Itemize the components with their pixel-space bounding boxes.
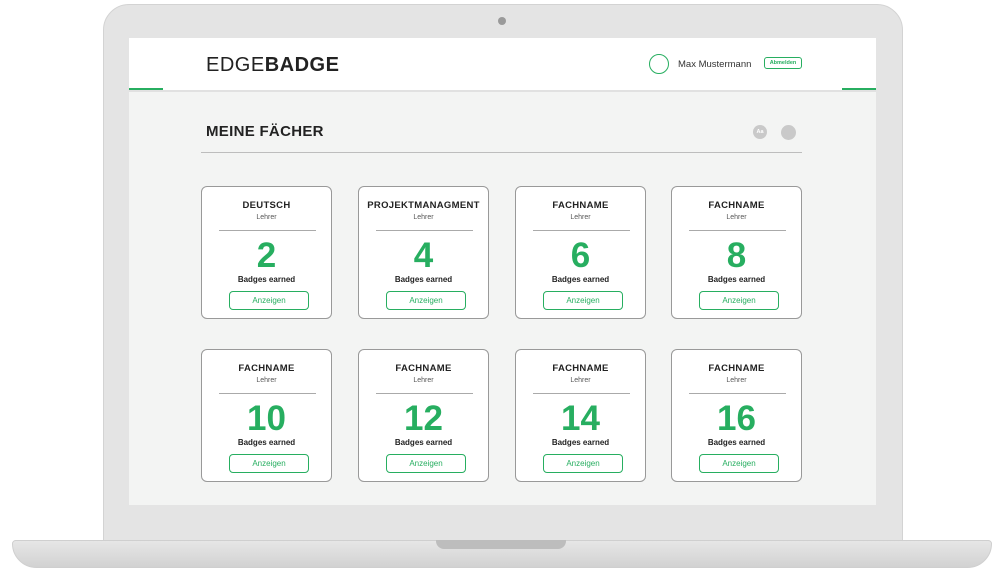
card-subject: FACHNAME bbox=[395, 363, 452, 374]
subject-card: PROJEKTMANAGMENT Lehrer 4 Badges earned … bbox=[358, 186, 489, 319]
card-role: Lehrer bbox=[413, 214, 434, 221]
accent-line-left bbox=[129, 88, 163, 90]
show-button[interactable]: Anzeigen bbox=[386, 454, 466, 473]
laptop-notch bbox=[436, 540, 566, 549]
title-divider bbox=[201, 152, 802, 153]
badge-count: 8 bbox=[726, 236, 747, 275]
card-subject: DEUTSCH bbox=[242, 200, 291, 211]
card-divider bbox=[219, 393, 316, 394]
badge-caption: Badges earned bbox=[707, 438, 766, 447]
subject-card: DEUTSCH Lehrer 2 Badges earned Anzeigen bbox=[201, 186, 332, 319]
user-name: Max Mustermann bbox=[678, 59, 752, 70]
camera-dot bbox=[498, 17, 506, 25]
card-subject: PROJEKTMANAGMENT bbox=[367, 200, 480, 211]
app-logo[interactable]: EDGEBADGE bbox=[206, 54, 339, 77]
card-role: Lehrer bbox=[570, 377, 591, 384]
show-button[interactable]: Anzeigen bbox=[229, 291, 309, 310]
card-role: Lehrer bbox=[413, 377, 434, 384]
show-button[interactable]: Anzeigen bbox=[699, 454, 779, 473]
subject-card: FACHNAME Lehrer 6 Badges earned Anzeigen bbox=[515, 186, 646, 319]
logo-light-text: EDGE bbox=[206, 54, 265, 76]
card-role: Lehrer bbox=[570, 214, 591, 221]
show-button[interactable]: Anzeigen bbox=[543, 291, 623, 310]
show-button[interactable]: Anzeigen bbox=[229, 454, 309, 473]
avatar[interactable] bbox=[649, 54, 669, 74]
badge-count: 4 bbox=[413, 236, 434, 275]
badge-count: 2 bbox=[256, 236, 277, 275]
badge-caption: Badges earned bbox=[394, 275, 453, 284]
card-role: Lehrer bbox=[256, 214, 277, 221]
font-size-icon[interactable]: Aa bbox=[753, 125, 767, 139]
badge-count: 14 bbox=[561, 399, 600, 438]
card-divider bbox=[376, 230, 473, 231]
card-subject: FACHNAME bbox=[708, 363, 765, 374]
app-screen: EDGEBADGE Max Mustermann Abmelden MEINE … bbox=[129, 38, 876, 505]
top-bar: EDGEBADGE Max Mustermann Abmelden bbox=[129, 38, 876, 92]
badge-count: 6 bbox=[570, 236, 591, 275]
card-subject: FACHNAME bbox=[238, 363, 295, 374]
card-divider bbox=[533, 230, 630, 231]
badge-caption: Badges earned bbox=[551, 438, 610, 447]
badge-count: 16 bbox=[717, 399, 756, 438]
page-title: MEINE FÄCHER bbox=[206, 123, 324, 140]
logout-button[interactable]: Abmelden bbox=[764, 57, 802, 69]
settings-circle-icon[interactable] bbox=[781, 125, 796, 140]
card-divider bbox=[376, 393, 473, 394]
show-button[interactable]: Anzeigen bbox=[386, 291, 466, 310]
badge-caption: Badges earned bbox=[707, 275, 766, 284]
logo-bold-text: BADGE bbox=[264, 54, 340, 76]
subject-card: FACHNAME Lehrer 12 Badges earned Anzeige… bbox=[358, 349, 489, 482]
subject-card: FACHNAME Lehrer 8 Badges earned Anzeigen bbox=[671, 186, 802, 319]
card-divider bbox=[689, 393, 786, 394]
card-role: Lehrer bbox=[726, 377, 747, 384]
card-divider bbox=[219, 230, 316, 231]
show-button[interactable]: Anzeigen bbox=[699, 291, 779, 310]
badge-caption: Badges earned bbox=[237, 275, 296, 284]
card-divider bbox=[533, 393, 630, 394]
subject-card: FACHNAME Lehrer 10 Badges earned Anzeige… bbox=[201, 349, 332, 482]
card-subject: FACHNAME bbox=[552, 363, 609, 374]
subject-card: FACHNAME Lehrer 16 Badges earned Anzeige… bbox=[671, 349, 802, 482]
card-role: Lehrer bbox=[726, 214, 747, 221]
badge-caption: Badges earned bbox=[394, 438, 453, 447]
subject-card: FACHNAME Lehrer 14 Badges earned Anzeige… bbox=[515, 349, 646, 482]
card-subject: FACHNAME bbox=[552, 200, 609, 211]
badge-caption: Badges earned bbox=[237, 438, 296, 447]
badge-count: 10 bbox=[247, 399, 286, 438]
badge-count: 12 bbox=[404, 399, 443, 438]
show-button[interactable]: Anzeigen bbox=[543, 454, 623, 473]
card-role: Lehrer bbox=[256, 377, 277, 384]
badge-caption: Badges earned bbox=[551, 275, 610, 284]
card-subject: FACHNAME bbox=[708, 200, 765, 211]
accent-line-right bbox=[842, 88, 876, 90]
card-divider bbox=[689, 230, 786, 231]
